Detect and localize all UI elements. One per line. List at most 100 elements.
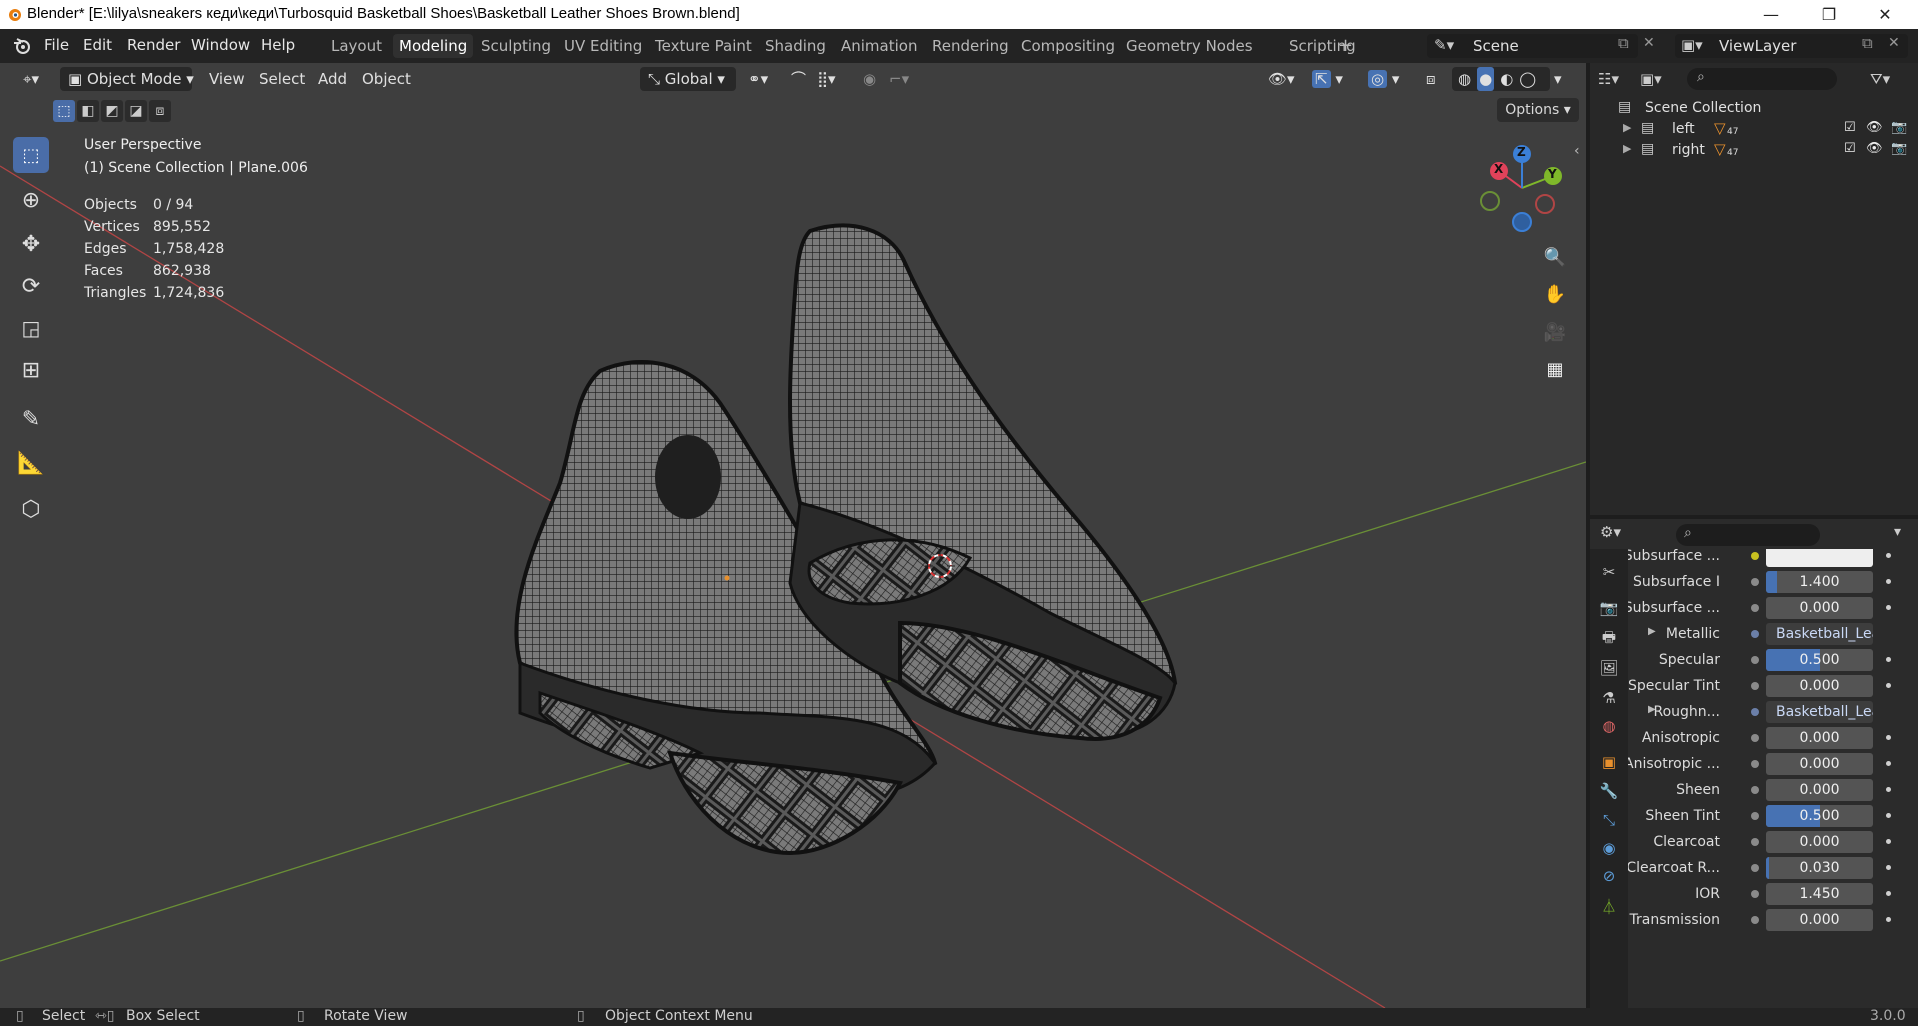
keyframe-dot-icon[interactable]	[1886, 787, 1891, 792]
prop-row-roughness[interactable]: ▶ Roughn... Basketball_Lea...	[1628, 699, 1918, 725]
prop-row-subsurface-color[interactable]: Subsurface ...	[1628, 549, 1918, 569]
object-data-icon[interactable]: ⏃	[1598, 895, 1620, 917]
maximize-button[interactable]: ❐	[1806, 0, 1852, 29]
socket-dot-icon[interactable]	[1751, 708, 1759, 716]
scene-copy-icon[interactable]: ⧉	[1618, 34, 1629, 52]
options-dropdown[interactable]: Options ▾	[1497, 98, 1579, 122]
menu-add[interactable]: Add	[318, 67, 347, 91]
prop-value-field[interactable]: 0.000	[1766, 909, 1873, 931]
keyframe-dot-icon[interactable]	[1886, 761, 1891, 766]
menu-edit[interactable]: Edit	[83, 36, 112, 54]
keyframe-dot-icon[interactable]	[1886, 553, 1891, 558]
keyframe-dot-icon[interactable]	[1886, 579, 1891, 584]
menu-object[interactable]: Object	[362, 67, 411, 91]
exclude-checkbox-icon[interactable]: ☑	[1844, 141, 1856, 156]
tool-settings-icon[interactable]: ✂	[1598, 561, 1620, 583]
menu-window[interactable]: Window	[191, 36, 250, 54]
3d-viewport[interactable]: X Y Z ⌖▾ ▣ Object Mode ▾ View Select Add…	[0, 63, 1586, 1008]
scene-properties-icon[interactable]: ⚗	[1598, 687, 1620, 709]
display-mode-icon[interactable]: ▣▾	[1640, 67, 1676, 91]
prop-value-field[interactable]: 0.000	[1766, 779, 1873, 801]
cursor-tool-icon[interactable]: ⊕	[13, 182, 49, 218]
keyframe-dot-icon[interactable]	[1886, 657, 1891, 662]
scale-tool-icon[interactable]: ◲	[13, 310, 49, 346]
gizmo-y-label[interactable]: Y	[1548, 167, 1557, 181]
prop-row-subsurface-aniso[interactable]: Subsurface ... 0.000	[1628, 595, 1918, 621]
prop-value-field[interactable]: 1.400	[1766, 571, 1873, 593]
scene-selector[interactable]: Scene	[1427, 34, 1638, 58]
physics-icon[interactable]: ◉	[1598, 837, 1620, 859]
tab-layout[interactable]: Layout	[325, 34, 388, 58]
prop-row-ior[interactable]: IOR 1.450	[1628, 881, 1918, 907]
prop-color-swatch[interactable]	[1766, 549, 1873, 567]
properties-editor-type-icon[interactable]: ⚙▾	[1600, 523, 1621, 541]
shading-options-icon[interactable]: ▾	[1554, 67, 1570, 91]
prop-value-field[interactable]: 0.000	[1766, 831, 1873, 853]
pivot-point-icon[interactable]: ⚭▾	[748, 67, 782, 91]
prop-value-field[interactable]: 0.000	[1766, 597, 1873, 619]
view-layer-icon[interactable]: 🖼	[1598, 657, 1620, 679]
tab-uv-editing[interactable]: UV Editing	[558, 34, 648, 58]
tab-geometry-nodes[interactable]: Geometry Nodes	[1120, 34, 1259, 58]
prop-link-field[interactable]: Basketball_Lea...	[1766, 701, 1873, 723]
viewlayer-remove-icon[interactable]: ✕	[1888, 35, 1900, 51]
expand-arrow-icon[interactable]: ▶	[1648, 626, 1656, 637]
menu-render[interactable]: Render	[127, 36, 180, 54]
prop-row-anisotropic-rotation[interactable]: Anisotropic ... 0.000	[1628, 751, 1918, 777]
menu-file[interactable]: File	[44, 36, 69, 54]
move-tool-icon[interactable]: ✥	[13, 226, 49, 262]
menu-select[interactable]: Select	[259, 67, 305, 91]
prop-row-sheen[interactable]: Sheen 0.000	[1628, 777, 1918, 803]
expand-arrow-icon[interactable]: ▶	[1623, 142, 1631, 155]
snap-target-icon[interactable]: ⣿▾	[817, 67, 849, 91]
viewlayer-selector[interactable]: ViewLayer	[1675, 34, 1908, 58]
scene-remove-icon[interactable]: ✕	[1643, 35, 1655, 51]
keyframe-dot-icon[interactable]	[1886, 917, 1891, 922]
keyframe-dot-icon[interactable]	[1886, 865, 1891, 870]
add-workspace-button[interactable]: +	[1332, 34, 1359, 58]
tab-texture-paint[interactable]: Texture Paint	[649, 34, 758, 58]
overlay-toggle-icon[interactable]: ◎ ▾	[1368, 67, 1418, 91]
menu-help[interactable]: Help	[261, 36, 295, 54]
mode-selector[interactable]: ▣ Object Mode ▾	[60, 67, 194, 91]
rendered-shading-icon[interactable]: ◯	[1519, 67, 1536, 91]
outliner-row-right[interactable]: ▶ ▤ right ▽ 47 ☑ 👁 📷	[1590, 140, 1918, 162]
proportional-falloff-icon[interactable]: ⌐▾	[889, 67, 921, 91]
prop-row-clearcoat[interactable]: Clearcoat 0.000	[1628, 829, 1918, 855]
particles-icon[interactable]: ⤡	[1598, 809, 1620, 831]
prop-row-specular[interactable]: Specular 0.500	[1628, 647, 1918, 673]
keyframe-dot-icon[interactable]	[1886, 813, 1891, 818]
render-properties-icon[interactable]: 📷	[1598, 597, 1620, 619]
tab-shading[interactable]: Shading	[759, 34, 832, 58]
viewlayer-copy-icon[interactable]: ⧉	[1862, 34, 1873, 52]
socket-dot-icon[interactable]	[1751, 552, 1759, 560]
socket-dot-icon[interactable]	[1751, 890, 1759, 898]
render-camera-icon[interactable]: 📷	[1891, 141, 1907, 156]
prop-link-field[interactable]: Basketball_Lea...	[1766, 623, 1873, 645]
prop-value-field[interactable]: 0.000	[1766, 675, 1873, 697]
keyframe-dot-icon[interactable]	[1886, 735, 1891, 740]
minimize-button[interactable]: —	[1748, 0, 1794, 29]
world-properties-icon[interactable]: ◍	[1598, 715, 1620, 737]
select-new-icon[interactable]: ⬚	[53, 100, 75, 122]
prop-value-field[interactable]: 1.450	[1766, 883, 1873, 905]
outliner-search-input[interactable]: ⌕	[1687, 68, 1837, 90]
prop-value-field[interactable]: 0.030	[1766, 857, 1873, 879]
tab-modeling[interactable]: Modeling	[393, 34, 474, 58]
select-invert-icon[interactable]: ◪	[125, 100, 147, 122]
properties-search-input[interactable]: ⌕	[1676, 524, 1820, 546]
annotate-tool-icon[interactable]: ✎	[13, 401, 49, 437]
gizmo-z-label[interactable]: Z	[1517, 145, 1526, 159]
modifier-properties-icon[interactable]: 🔧	[1598, 780, 1620, 802]
outliner-editor-type-icon[interactable]: ☷▾	[1598, 67, 1634, 91]
outliner-root[interactable]: Scene Collection	[1645, 100, 1761, 116]
rotate-tool-icon[interactable]: ⟳	[13, 268, 49, 304]
outliner-row-left[interactable]: ▶ ▤ left ▽ 47 ☑ 👁 📷	[1590, 119, 1918, 141]
select-subtract-icon[interactable]: ◩	[101, 100, 123, 122]
render-camera-icon[interactable]: 📷	[1891, 120, 1907, 135]
prop-row-specular-tint[interactable]: Specular Tint 0.000	[1628, 673, 1918, 699]
tab-sculpting[interactable]: Sculpting	[475, 34, 557, 58]
visibility-icon[interactable]: 👁▾	[1268, 67, 1302, 91]
prop-row-clearcoat-roughness[interactable]: Clearcoat R... 0.030	[1628, 855, 1918, 881]
close-button[interactable]: ✕	[1862, 0, 1908, 29]
